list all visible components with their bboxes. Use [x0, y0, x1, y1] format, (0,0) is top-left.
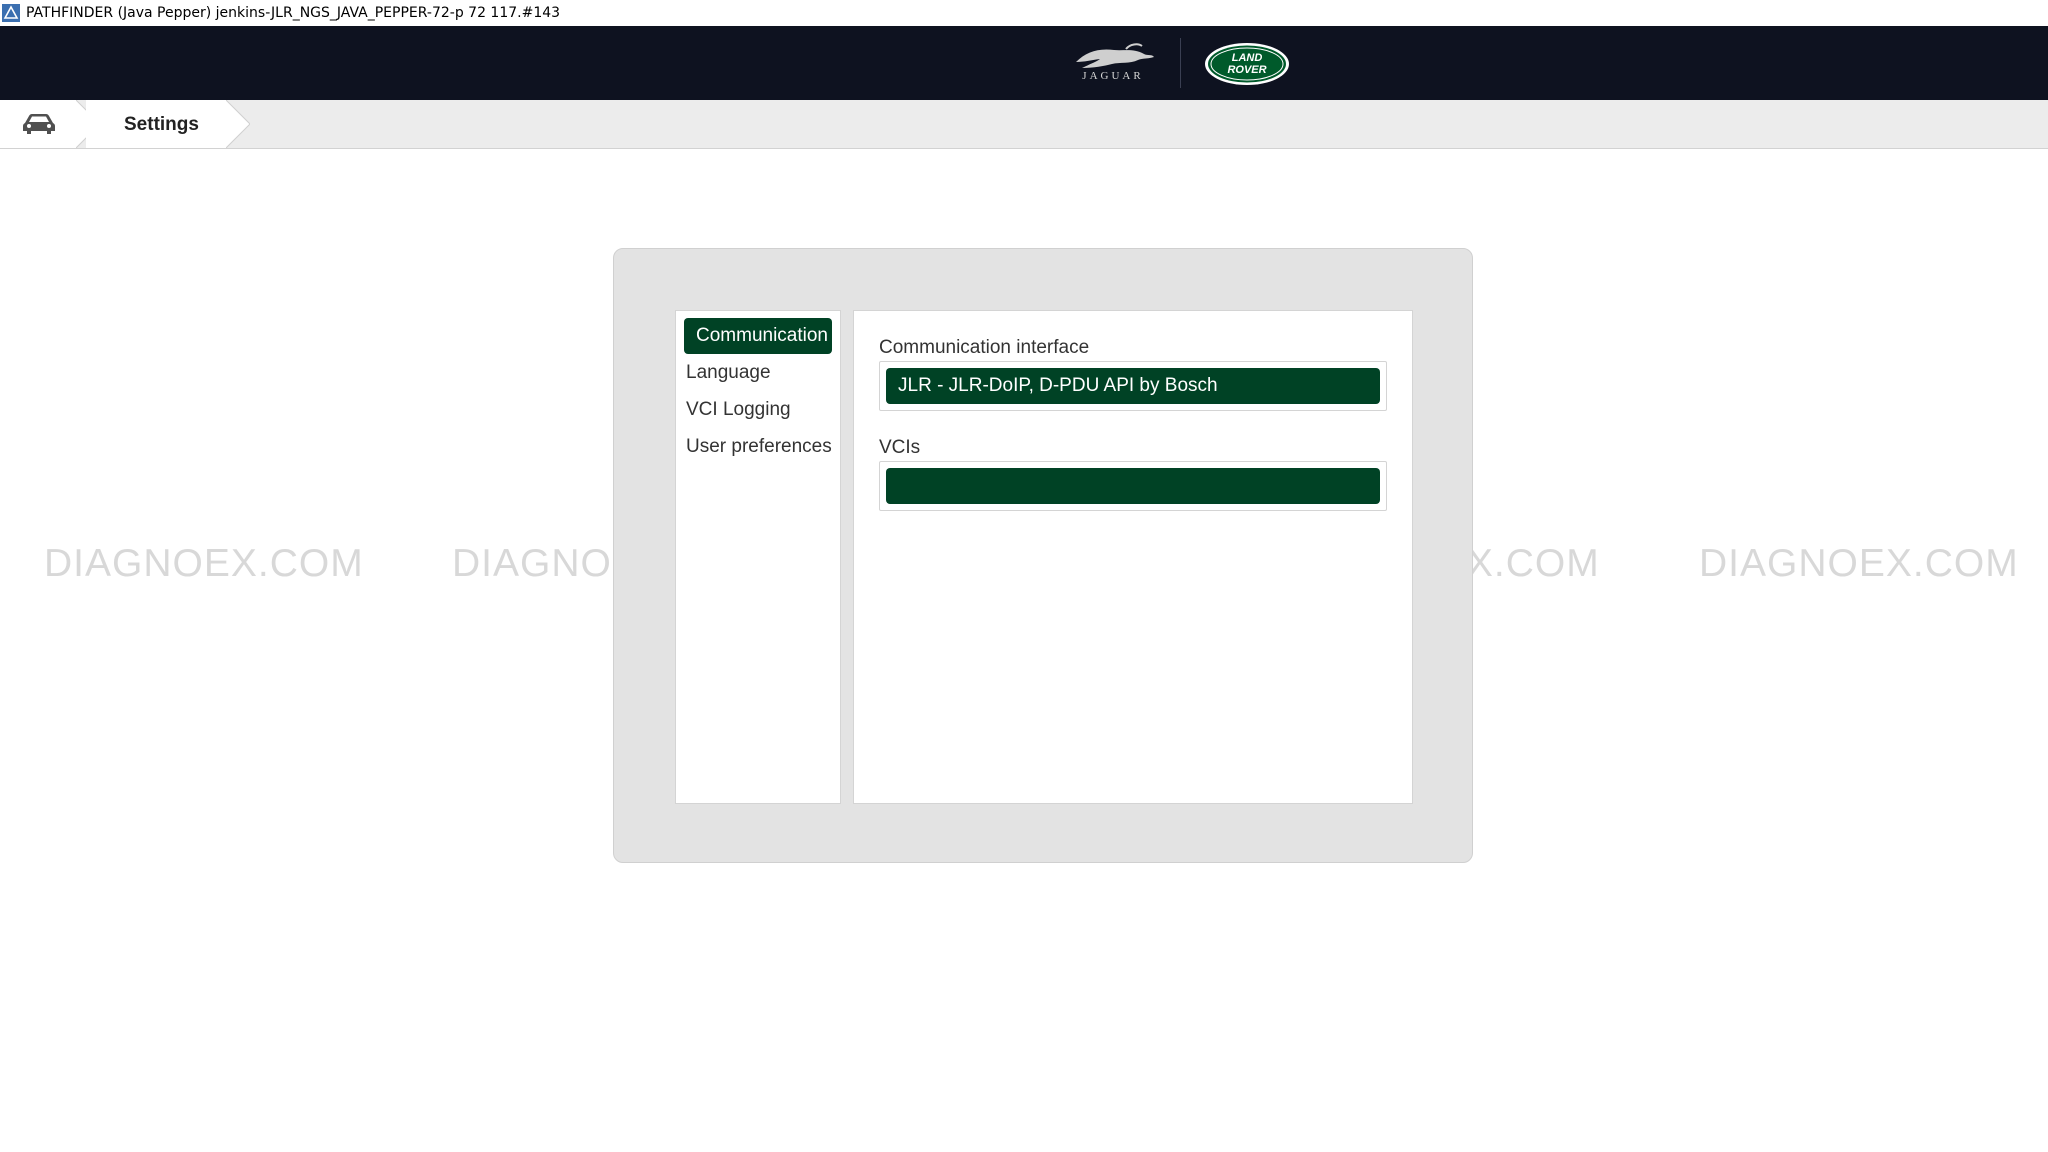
breadcrumb-home[interactable]	[0, 100, 76, 148]
watermark: DIAGNOEX.COM	[44, 542, 364, 585]
menu-item-vci-logging[interactable]: VCI Logging	[686, 392, 791, 428]
car-icon	[23, 114, 55, 134]
breadcrumb: Settings	[0, 100, 2048, 149]
communication-interface-label: Communication interface	[879, 337, 1090, 358]
jaguar-logo: JAGUAR	[1068, 40, 1158, 88]
jaguar-leaper-icon	[1076, 43, 1154, 68]
vcis-label: VCIs	[879, 437, 921, 458]
app-icon	[2, 4, 20, 22]
communication-interface-option[interactable]: JLR - JLR-DoIP, D-PDU API by Bosch	[886, 368, 1380, 404]
logo-divider	[1180, 38, 1181, 88]
vcis-select[interactable]	[879, 461, 1387, 511]
menu-item-communication[interactable]: Communication	[684, 318, 832, 354]
jaguar-wordmark: JAGUAR	[1082, 70, 1144, 82]
menu-item-language[interactable]: Language	[686, 355, 771, 391]
settings-menu: Communication Language VCI Logging User …	[675, 310, 841, 804]
vci-option[interactable]	[886, 468, 1380, 504]
land-rover-line2: ROVER	[1227, 64, 1266, 76]
window-title: PATHFINDER (Java Pepper) jenkins-JLR_NGS…	[26, 5, 561, 21]
breadcrumb-settings-label: Settings	[124, 114, 199, 135]
brand-header: JAGUAR LAND ROVER	[0, 26, 2048, 100]
breadcrumb-separator	[226, 100, 250, 148]
window-title-bar: PATHFINDER (Java Pepper) jenkins-JLR_NGS…	[0, 0, 2048, 26]
watermark: DIAGNOEX.COM	[1699, 542, 2019, 585]
menu-item-user-preferences[interactable]: User preferences	[686, 429, 832, 465]
communication-settings-panel: Communication interface JLR - JLR-DoIP, …	[853, 310, 1413, 804]
communication-interface-select[interactable]: JLR - JLR-DoIP, D-PDU API by Bosch	[879, 361, 1387, 411]
land-rover-logo: LAND ROVER	[1205, 43, 1289, 85]
land-rover-line1: LAND	[1232, 52, 1263, 64]
breadcrumb-settings[interactable]: Settings	[86, 100, 226, 148]
